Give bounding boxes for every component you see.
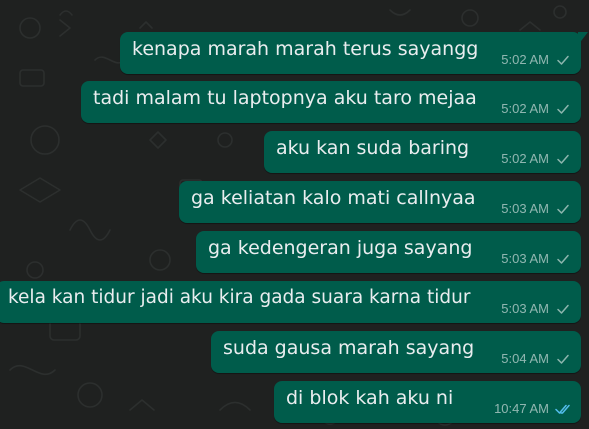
message-time: 5:03 AM — [501, 301, 549, 316]
message-text: aku kan suda baring — [276, 137, 470, 159]
outgoing-message[interactable]: ga kedengeran juga sayang 5:03 AM — [196, 231, 581, 273]
outgoing-message[interactable]: di blok kah aku ni 10:47 AM — [274, 381, 581, 423]
message-time: 5:03 AM — [501, 251, 549, 266]
message-meta: 5:02 AM — [501, 151, 581, 166]
message-text: di blok kah aku ni — [286, 387, 454, 409]
message-text: tadi malam tu laptopnya aku taro mejaa — [93, 87, 477, 109]
delivered-icon — [557, 104, 569, 114]
message-time: 5:04 AM — [501, 351, 549, 366]
message-time: 10:47 AM — [494, 401, 549, 416]
message-time: 5:03 AM — [501, 201, 549, 216]
outgoing-message[interactable]: kenapa marah marah terus sayangg 5:02 AM — [120, 32, 588, 74]
message-meta: 5:02 AM — [501, 101, 581, 116]
read-icon — [555, 404, 570, 414]
outgoing-message[interactable]: aku kan suda baring 5:02 AM — [264, 131, 581, 173]
delivered-icon — [557, 204, 569, 214]
message-meta: 5:02 AM — [501, 52, 581, 67]
message-meta: 10:47 AM — [494, 401, 581, 416]
message-text: suda gausa marah sayang — [223, 337, 475, 359]
message-time: 5:02 AM — [501, 151, 549, 166]
outgoing-message[interactable]: kela kan tidur jadi aku kira gada suara … — [0, 281, 581, 323]
message-time: 5:02 AM — [501, 52, 549, 67]
bubble-tail — [578, 32, 588, 45]
message-meta: 5:04 AM — [501, 351, 581, 366]
message-meta: 5:03 AM — [501, 301, 581, 316]
delivered-icon — [557, 304, 569, 314]
message-meta: 5:03 AM — [501, 201, 581, 216]
message-list[interactable]: kenapa marah marah terus sayangg 5:02 AM… — [0, 0, 589, 429]
outgoing-message[interactable]: tadi malam tu laptopnya aku taro mejaa 5… — [81, 81, 581, 123]
message-text: ga kedengeran juga sayang — [208, 237, 473, 259]
delivered-icon — [557, 354, 569, 364]
delivered-icon — [557, 154, 569, 164]
delivered-icon — [557, 55, 569, 65]
message-time: 5:02 AM — [501, 101, 549, 116]
message-text: kela kan tidur jadi aku kira gada suara … — [8, 287, 471, 308]
message-meta: 5:03 AM — [501, 251, 581, 266]
delivered-icon — [557, 254, 569, 264]
message-text: kenapa marah marah terus sayangg — [132, 38, 479, 60]
outgoing-message[interactable]: suda gausa marah sayang 5:04 AM — [211, 331, 581, 373]
outgoing-message[interactable]: ga keliatan kalo mati callnyaa 5:03 AM — [179, 181, 581, 223]
message-text: ga keliatan kalo mati callnyaa — [191, 187, 476, 209]
